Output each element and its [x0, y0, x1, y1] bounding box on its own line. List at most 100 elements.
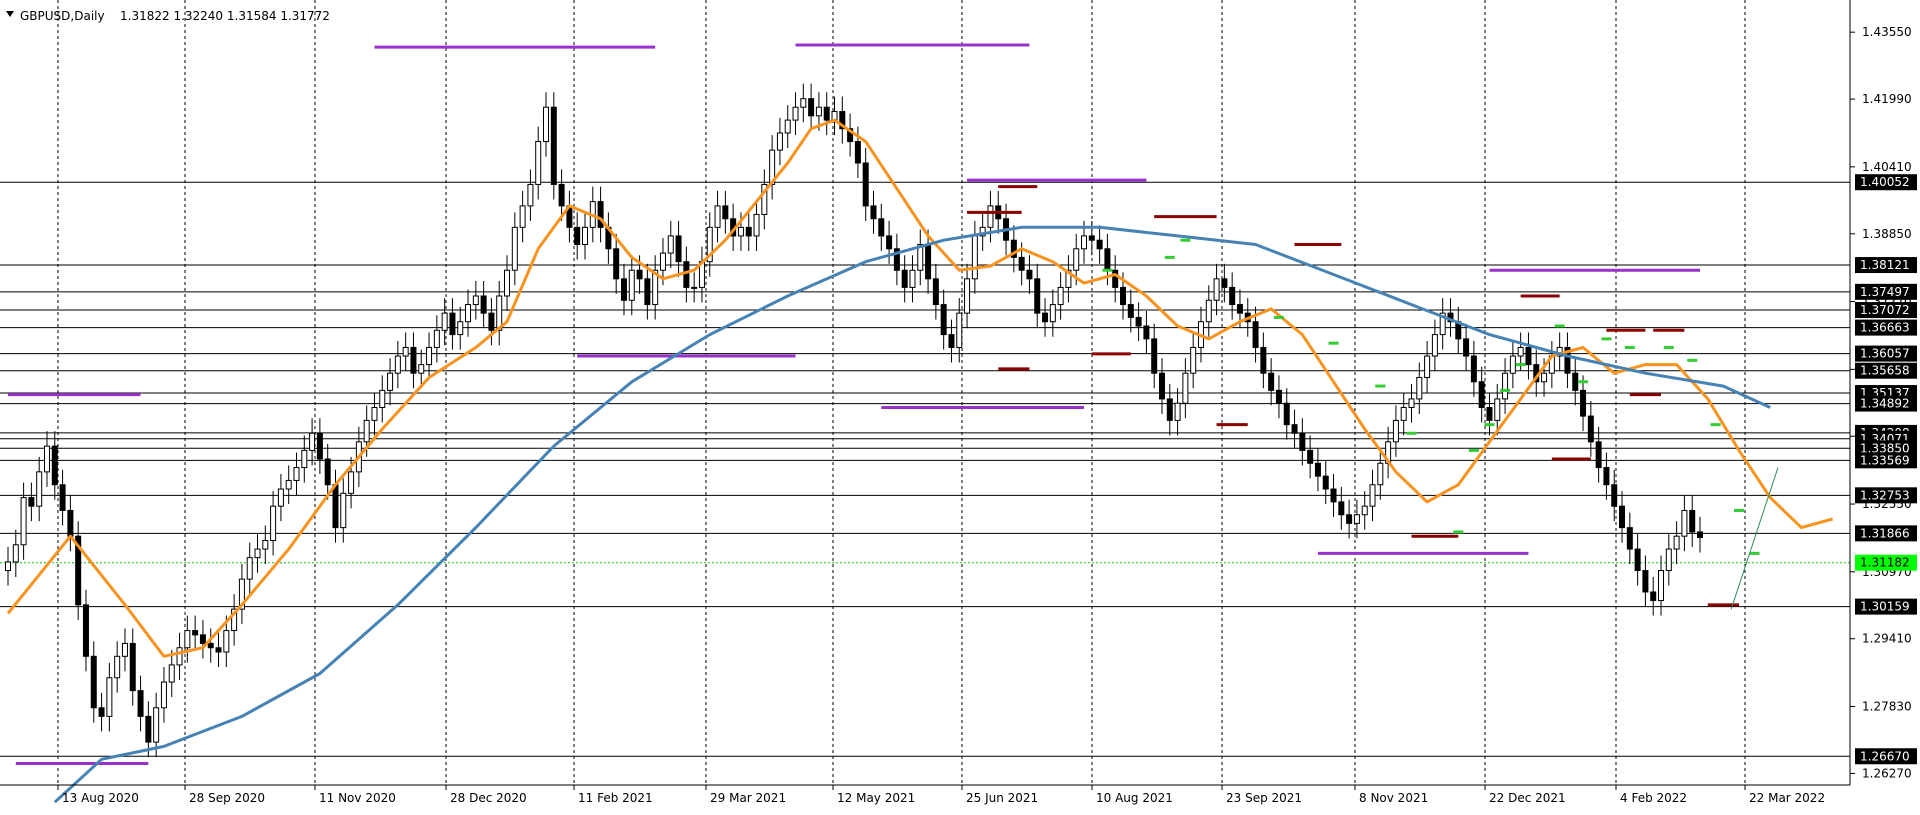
- candle-body: [20, 497, 27, 546]
- price-tick-label: 1.40410: [1862, 160, 1912, 174]
- candle-body: [597, 201, 604, 228]
- candle-body: [511, 226, 518, 271]
- candle-body: [1151, 338, 1158, 374]
- candle-body: [1299, 432, 1306, 451]
- candle-body: [465, 304, 472, 323]
- candle-body: [1034, 278, 1041, 314]
- candle-body: [862, 162, 869, 207]
- candle-body: [433, 329, 440, 348]
- candle-body: [426, 346, 433, 366]
- candle-body: [301, 449, 308, 469]
- candle-body: [1112, 269, 1119, 288]
- price-chart[interactable]: 1.435501.419901.404101.388501.372701.356…: [0, 0, 1920, 811]
- candle-body: [1572, 372, 1579, 391]
- candle-body: [1626, 527, 1633, 550]
- candle-body: [285, 479, 292, 490]
- candle-body: [1275, 389, 1282, 404]
- candle-body: [1603, 467, 1610, 486]
- candle-body: [402, 346, 409, 357]
- candle-body: [667, 235, 674, 254]
- price-level-label: 1.26670: [1860, 749, 1910, 763]
- candle-body: [387, 372, 394, 391]
- candle-body: [348, 471, 355, 494]
- candle-body: [808, 98, 815, 117]
- candle-body: [1330, 488, 1337, 503]
- candle-body: [160, 681, 167, 709]
- candle-body: [535, 141, 542, 185]
- candle-body: [1252, 321, 1259, 348]
- candle-body: [1611, 484, 1618, 507]
- candle-body: [737, 226, 744, 237]
- candle-body: [1642, 570, 1649, 593]
- candle-body: [543, 106, 550, 143]
- candle-body: [36, 471, 43, 507]
- candle-body: [987, 205, 994, 228]
- candle-body: [1509, 355, 1516, 374]
- candle-body: [293, 467, 300, 481]
- candle-body: [1283, 402, 1290, 426]
- price-tick-label: 1.29410: [1862, 632, 1912, 646]
- price-level-label: 1.31866: [1860, 526, 1910, 540]
- candle-body: [176, 647, 183, 666]
- price-level-label: 1.37072: [1860, 303, 1910, 317]
- candle-body: [1268, 372, 1275, 391]
- candle-body: [309, 432, 316, 451]
- candle-body: [1205, 299, 1212, 323]
- time-tick-label: 11 Nov 2020: [319, 791, 396, 805]
- time-tick-label: 25 Jun 2021: [966, 791, 1038, 805]
- price-level-label: 1.36057: [1860, 347, 1910, 361]
- candle-body: [956, 312, 963, 348]
- candle-body: [620, 278, 627, 301]
- candle-body: [1221, 278, 1228, 288]
- candle-body: [1322, 475, 1329, 490]
- candle-body: [223, 630, 230, 653]
- price-tick-label: 1.27830: [1862, 700, 1912, 714]
- candle-body: [1229, 286, 1236, 306]
- candle-body: [1478, 381, 1485, 409]
- candle-body: [1307, 449, 1314, 464]
- candle-body: [1424, 355, 1431, 378]
- candle-body: [1587, 415, 1594, 443]
- candle-body: [581, 226, 588, 246]
- candle-body: [1377, 462, 1384, 486]
- candle-body: [1634, 548, 1641, 572]
- candle-body: [394, 355, 401, 374]
- candle-body: [1143, 325, 1150, 340]
- candle-body: [558, 183, 565, 207]
- candle-body: [1470, 355, 1477, 383]
- candle-body: [1190, 346, 1197, 374]
- candle-body: [1486, 407, 1493, 421]
- price-tick-label: 1.38850: [1862, 227, 1912, 241]
- candle-body: [1174, 402, 1181, 421]
- title-bar: GBPUSD,Daily 1.31822 1.32240 1.31584 1.3…: [6, 9, 330, 23]
- candle-body: [28, 497, 35, 507]
- candle-body: [5, 561, 11, 572]
- candle-body: [488, 312, 495, 331]
- candle-body: [1463, 338, 1470, 357]
- candle-body: [815, 106, 822, 117]
- candle-body: [207, 642, 214, 649]
- candle-body: [1517, 346, 1524, 357]
- time-tick-label: 12 May 2021: [837, 791, 915, 805]
- candle-body: [1595, 441, 1602, 469]
- time-tick-label: 22 Mar 2022: [1749, 791, 1825, 805]
- price-level-label: 1.30159: [1860, 600, 1910, 614]
- candle-body: [1650, 591, 1657, 602]
- candle-body: [659, 252, 666, 271]
- price-level-label: 1.36663: [1860, 321, 1910, 335]
- time-tick-label: 8 Nov 2021: [1359, 791, 1428, 805]
- candle-body: [1431, 334, 1438, 357]
- candle-body: [379, 389, 386, 409]
- candle-body: [1673, 535, 1680, 550]
- candle-body: [1658, 570, 1665, 602]
- candle-body: [753, 213, 760, 237]
- candle-body: [410, 346, 417, 374]
- candle-body: [925, 244, 932, 280]
- candle-body: [114, 655, 121, 679]
- candle-body: [1135, 316, 1142, 327]
- candle-body: [964, 278, 971, 314]
- candle-body: [932, 278, 939, 306]
- chart-window[interactable]: 1.435501.419901.404101.388501.372701.356…: [0, 0, 1920, 811]
- candle-body: [1158, 372, 1165, 400]
- candle-body: [613, 248, 620, 280]
